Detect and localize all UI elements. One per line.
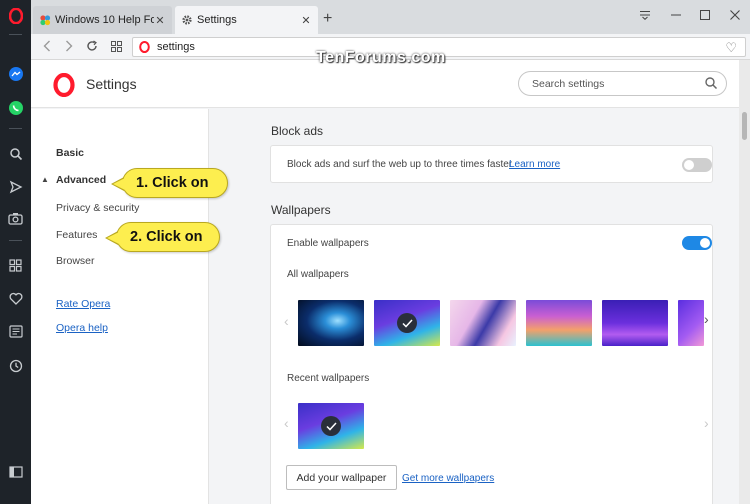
wallpaper-thumbnail[interactable] bbox=[450, 300, 516, 346]
bookmarks-heart-icon[interactable] bbox=[6, 289, 25, 308]
section-heading-block-ads: Block ads bbox=[271, 124, 324, 138]
block-ads-toggle[interactable] bbox=[682, 158, 712, 172]
block-ads-description: Block ads and surf the web up to three t… bbox=[287, 159, 513, 170]
send-icon[interactable] bbox=[6, 177, 25, 196]
reload-icon[interactable] bbox=[84, 38, 100, 54]
tab-label: Windows 10 Help Forums bbox=[55, 14, 154, 26]
add-your-wallpaper-button[interactable]: Add your wallpaper bbox=[286, 465, 397, 490]
opera-favicon-icon bbox=[139, 41, 150, 53]
wallpaper-thumbnail-selected[interactable] bbox=[374, 300, 440, 346]
scrollbar-thumb[interactable] bbox=[742, 112, 747, 140]
all-wallpapers-label: All wallpapers bbox=[287, 269, 349, 280]
watermark: TenForums.com bbox=[316, 49, 446, 66]
tab-windows-10-help-forums[interactable]: Windows 10 Help Forums ✕ bbox=[33, 6, 172, 34]
callout-text: 2. Click on bbox=[130, 229, 203, 245]
sidebar-divider bbox=[9, 128, 22, 129]
sidebar-divider bbox=[9, 240, 22, 241]
get-more-wallpapers-link[interactable]: Get more wallpapers bbox=[402, 473, 494, 484]
tab-strip: Windows 10 Help Forums ✕ Settings ✕ + bbox=[31, 0, 750, 34]
close-window-icon[interactable] bbox=[727, 7, 743, 23]
nav-features[interactable]: Features bbox=[56, 229, 97, 241]
tab-menu-icon[interactable] bbox=[637, 7, 653, 23]
gear-icon bbox=[182, 15, 192, 25]
maximize-icon[interactable] bbox=[697, 7, 713, 23]
nav-privacy-security[interactable]: Privacy & security bbox=[56, 202, 139, 214]
enable-wallpapers-label: Enable wallpapers bbox=[287, 238, 369, 249]
wallpaper-thumbnail[interactable] bbox=[678, 300, 704, 346]
sidebar-toggle-icon[interactable] bbox=[6, 462, 25, 481]
learn-more-link[interactable]: Learn more bbox=[509, 159, 560, 170]
settings-content: Block ads Block ads and surf the web up … bbox=[210, 109, 739, 504]
page-title: Settings bbox=[86, 76, 137, 92]
camera-icon[interactable] bbox=[6, 209, 25, 228]
forum-favicon-icon bbox=[40, 15, 51, 26]
scroll-left-icon[interactable]: ‹ bbox=[284, 313, 289, 329]
selected-check-icon bbox=[321, 416, 341, 436]
scroll-right-icon[interactable]: › bbox=[704, 311, 709, 327]
recent-scroll-left-icon[interactable]: ‹ bbox=[284, 415, 289, 431]
address-url: settings bbox=[157, 41, 195, 53]
search-placeholder: Search settings bbox=[532, 77, 605, 90]
news-icon[interactable] bbox=[6, 322, 25, 341]
selected-check-icon bbox=[397, 313, 417, 333]
nav-advanced[interactable]: Advanced bbox=[56, 174, 106, 186]
bookmark-heart-icon[interactable]: ♡ bbox=[725, 40, 737, 56]
callout-step-1: 1. Click on bbox=[111, 168, 228, 198]
enable-wallpapers-toggle[interactable] bbox=[682, 236, 712, 250]
callout-text: 1. Click on bbox=[136, 175, 209, 191]
section-heading-wallpapers: Wallpapers bbox=[271, 203, 331, 217]
nav-basic[interactable]: Basic bbox=[56, 147, 84, 159]
history-clock-icon[interactable] bbox=[6, 356, 25, 375]
opera-sidebar bbox=[0, 0, 31, 504]
nav-browser[interactable]: Browser bbox=[56, 255, 95, 267]
caret-up-icon: ▲ bbox=[41, 175, 49, 184]
whatsapp-icon[interactable] bbox=[6, 98, 25, 117]
opera-help-link[interactable]: Opera help bbox=[56, 322, 108, 334]
settings-header: Settings Search settings bbox=[31, 60, 739, 108]
search-settings-input[interactable]: Search settings bbox=[518, 71, 727, 96]
wallpaper-thumbnail[interactable] bbox=[602, 300, 668, 346]
search-icon bbox=[705, 77, 718, 90]
recent-scroll-right-icon[interactable]: › bbox=[704, 415, 709, 431]
messenger-icon[interactable] bbox=[6, 64, 25, 83]
close-tab-icon[interactable]: ✕ bbox=[154, 14, 166, 27]
opera-logo-icon bbox=[53, 73, 75, 97]
new-tab-plus-icon[interactable]: + bbox=[323, 10, 332, 28]
wallpaper-thumbnail[interactable] bbox=[298, 300, 364, 346]
tab-grid-icon[interactable] bbox=[108, 38, 124, 54]
settings-page: Settings Search settings Basic ▲ Advance… bbox=[31, 60, 750, 504]
wallpapers-card: Enable wallpapers All wallpapers ‹ › Rec… bbox=[270, 224, 713, 504]
page-scrollbar[interactable] bbox=[739, 60, 750, 504]
close-tab-icon[interactable]: ✕ bbox=[300, 14, 312, 27]
tab-settings[interactable]: Settings ✕ bbox=[175, 6, 318, 34]
forward-icon[interactable] bbox=[61, 38, 77, 54]
back-icon[interactable] bbox=[39, 38, 55, 54]
tab-label: Settings bbox=[197, 14, 237, 26]
recent-wallpapers-label: Recent wallpapers bbox=[287, 373, 370, 384]
search-icon[interactable] bbox=[6, 144, 25, 163]
wallpaper-thumbnail[interactable] bbox=[526, 300, 592, 346]
opera-menu-icon[interactable] bbox=[6, 6, 25, 25]
minimize-icon[interactable] bbox=[668, 7, 684, 23]
speed-dial-icon[interactable] bbox=[6, 256, 25, 275]
callout-step-2: 2. Click on bbox=[105, 222, 220, 252]
sidebar-divider bbox=[9, 34, 22, 35]
block-ads-card: Block ads and surf the web up to three t… bbox=[270, 145, 713, 183]
rate-opera-link[interactable]: Rate Opera bbox=[56, 298, 110, 310]
recent-wallpaper-thumbnail[interactable] bbox=[298, 403, 364, 449]
